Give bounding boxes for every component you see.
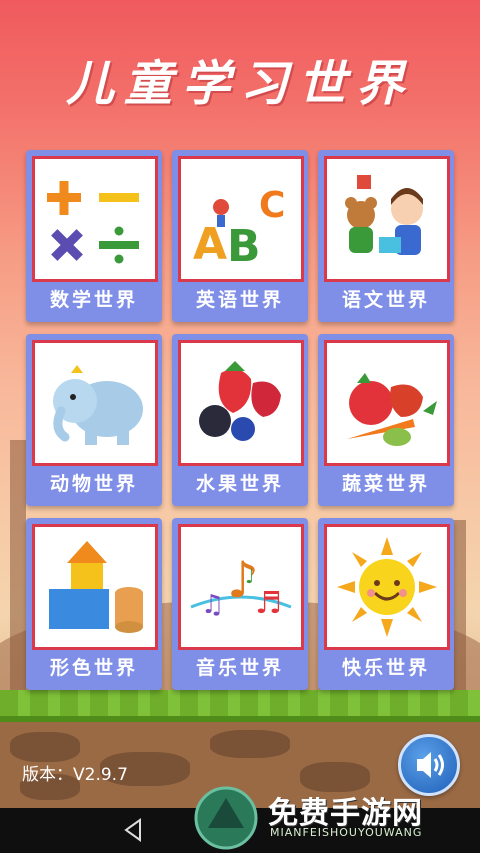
card-label: 音乐世界 [195, 657, 284, 679]
svg-text:C: C [259, 185, 285, 226]
background-tree [452, 520, 466, 700]
card-label: 动物世界 [49, 473, 138, 495]
card-fruit-world[interactable]: 水果世界 [172, 334, 308, 506]
app-title: 儿童学习世界 [65, 56, 414, 112]
elephant-icon [32, 340, 158, 466]
sun-icon [324, 524, 450, 650]
card-happy-world[interactable]: 快乐世界 [318, 518, 454, 690]
watermark-logo-icon [194, 786, 258, 850]
card-math-world[interactable]: 数学世界 [26, 150, 162, 322]
background-tree [10, 440, 26, 700]
watermark-subtitle: MIANFEISHOUYOUWANG [270, 826, 423, 839]
card-label: 快乐世界 [341, 657, 430, 679]
card-shape-world[interactable]: 形色世界 [26, 518, 162, 690]
card-music-world[interactable]: ♪ ♫ ♬ ♩ 音乐世界 [172, 518, 308, 690]
svg-text:♬: ♬ [255, 586, 282, 621]
music-notes-icon: ♪ ♫ ♬ ♩ [178, 524, 304, 650]
card-english-world[interactable]: A B C 英语世界 [172, 150, 308, 322]
card-label: 蔬菜世界 [341, 473, 430, 495]
svg-text:♩: ♩ [245, 564, 254, 588]
svg-text:B: B [227, 221, 261, 272]
back-triangle-icon [124, 818, 141, 842]
vegetables-icon [324, 340, 450, 466]
fruits-icon [178, 340, 304, 466]
watermark: 免费手游网 MIANFEISHOUYOUWANG [186, 778, 480, 853]
card-animal-world[interactable]: 动物世界 [26, 334, 162, 506]
kids-reading-icon [324, 156, 450, 282]
math-symbols-icon [32, 156, 158, 282]
svg-text:♫: ♫ [201, 590, 224, 620]
abc-letters-icon: A B C [178, 156, 304, 282]
back-button[interactable] [118, 808, 148, 853]
app-screen: 儿童学习世界 数学世界 A B C 英语世界 语文世界 动物世界 水果世界 蔬菜… [0, 0, 480, 853]
card-label: 语文世界 [341, 289, 430, 311]
version-label: 版本：V2.9.7 [22, 765, 128, 785]
shapes-icon [32, 524, 158, 650]
card-label: 形色世界 [49, 657, 138, 679]
card-label: 水果世界 [195, 473, 284, 495]
card-label: 数学世界 [49, 289, 138, 311]
card-vegetable-world[interactable]: 蔬菜世界 [318, 334, 454, 506]
grass-strip [0, 690, 480, 722]
card-chinese-world[interactable]: 语文世界 [318, 150, 454, 322]
card-label: 英语世界 [195, 289, 284, 311]
